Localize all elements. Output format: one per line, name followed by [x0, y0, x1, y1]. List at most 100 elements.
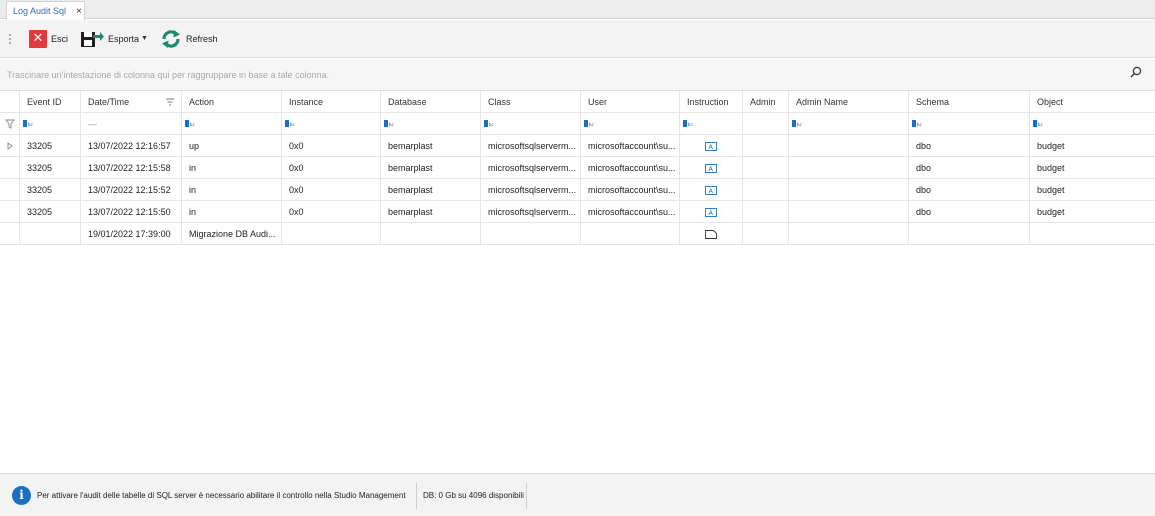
cell-user[interactable]: microsoftaccount\su... — [581, 201, 680, 223]
cell-class[interactable] — [481, 223, 581, 245]
filter-database[interactable]: bc — [381, 113, 481, 135]
filter-datetime[interactable]: — — [81, 113, 182, 135]
filter-instance[interactable]: bc — [282, 113, 381, 135]
cell-instruction[interactable]: A — [680, 157, 743, 179]
cell-schema[interactable]: dbo — [909, 157, 1030, 179]
cell-user[interactable]: microsoftaccount\su... — [581, 179, 680, 201]
filter-instruction[interactable]: bc — [680, 113, 743, 135]
cell-action[interactable]: in — [182, 157, 282, 179]
row-indicator[interactable] — [0, 157, 20, 179]
cell-instance[interactable] — [282, 223, 381, 245]
cell-admin-name[interactable] — [789, 201, 909, 223]
cell-action[interactable]: Migrazione DB Audi... — [182, 223, 282, 245]
cell-instruction[interactable]: A — [680, 179, 743, 201]
cell-instruction[interactable] — [680, 223, 743, 245]
cell-admin[interactable] — [743, 223, 789, 245]
filter-object[interactable]: bc — [1030, 113, 1155, 135]
cell-class[interactable]: microsoftsqlserverm... — [481, 157, 581, 179]
cell-instruction[interactable]: A — [680, 135, 743, 157]
filter-class[interactable]: bc — [481, 113, 581, 135]
table-row[interactable]: 33205 13/07/2022 12:16:57 up 0x0 bemarplast m… — [0, 135, 1155, 157]
memo-text-icon[interactable]: A — [705, 186, 717, 195]
memo-text-icon[interactable]: A — [705, 164, 717, 173]
cell-admin-name[interactable] — [789, 135, 909, 157]
cell-object[interactable]: budget — [1030, 179, 1155, 201]
group-panel[interactable]: Trascinare un'intestazione di colonna qu… — [0, 59, 1155, 91]
memo-text-icon[interactable]: A — [705, 142, 717, 151]
cell-action[interactable]: up — [182, 135, 282, 157]
column-header-instruction[interactable]: Instruction — [680, 91, 743, 113]
cell-class[interactable]: microsoftsqlserverm... — [481, 201, 581, 223]
column-header-object[interactable]: Object — [1030, 91, 1155, 113]
cell-admin[interactable] — [743, 201, 789, 223]
table-row[interactable]: 33205 13/07/2022 12:15:52 in 0x0 bemarplast m… — [0, 179, 1155, 201]
cell-event-id[interactable] — [20, 223, 81, 245]
filter-schema[interactable]: bc — [909, 113, 1030, 135]
column-header-user[interactable]: User — [581, 91, 680, 113]
cell-admin-name[interactable] — [789, 157, 909, 179]
table-row[interactable]: 33205 13/07/2022 12:15:50 in 0x0 bemarplast m… — [0, 201, 1155, 223]
export-button[interactable]: Esporta ▼ — [80, 25, 148, 53]
column-header-datetime[interactable]: Date/Time — [81, 91, 182, 113]
cell-instance[interactable]: 0x0 — [282, 135, 381, 157]
cell-instance[interactable]: 0x0 — [282, 179, 381, 201]
tab-close-icon[interactable]: × — [76, 6, 82, 17]
sort-desc-icon[interactable] — [165, 91, 175, 113]
cell-event-id[interactable]: 33205 — [20, 157, 81, 179]
cell-user[interactable]: microsoftaccount\su... — [581, 157, 680, 179]
column-header-database[interactable]: Database — [381, 91, 481, 113]
cell-event-id[interactable]: 33205 — [20, 135, 81, 157]
row-indicator[interactable] — [0, 135, 20, 157]
cell-database[interactable]: bemarplast — [381, 179, 481, 201]
cell-datetime[interactable]: 19/01/2022 17:39:00 — [81, 223, 182, 245]
cell-schema[interactable] — [909, 223, 1030, 245]
row-indicator[interactable] — [0, 223, 20, 245]
cell-object[interactable]: budget — [1030, 135, 1155, 157]
row-indicator[interactable] — [0, 179, 20, 201]
filter-admin[interactable] — [743, 113, 789, 135]
cell-datetime[interactable]: 13/07/2022 12:15:52 — [81, 179, 182, 201]
column-header-instance[interactable]: Instance — [282, 91, 381, 113]
row-indicator[interactable] — [0, 201, 20, 223]
cell-datetime[interactable]: 13/07/2022 12:15:58 — [81, 157, 182, 179]
cell-user[interactable]: microsoftaccount\su... — [581, 135, 680, 157]
cell-user[interactable] — [581, 223, 680, 245]
cell-schema[interactable]: dbo — [909, 135, 1030, 157]
exit-button[interactable]: ✕ Esci — [29, 25, 68, 53]
cell-action[interactable]: in — [182, 201, 282, 223]
filter-admin-name[interactable]: bc — [789, 113, 909, 135]
filter-event-id[interactable]: bc — [20, 113, 81, 135]
cell-database[interactable]: bemarplast — [381, 135, 481, 157]
cell-object[interactable] — [1030, 223, 1155, 245]
column-header-schema[interactable]: Schema — [909, 91, 1030, 113]
cell-event-id[interactable]: 33205 — [20, 179, 81, 201]
toolbar-grip-icon[interactable] — [9, 33, 15, 44]
cell-database[interactable]: bemarplast — [381, 157, 481, 179]
filter-user[interactable]: bc — [581, 113, 680, 135]
memo-empty-icon[interactable] — [705, 230, 717, 240]
column-header-action[interactable]: Action — [182, 91, 282, 113]
cell-event-id[interactable]: 33205 — [20, 201, 81, 223]
cell-action[interactable]: in — [182, 179, 282, 201]
cell-admin[interactable] — [743, 135, 789, 157]
column-header-class[interactable]: Class — [481, 91, 581, 113]
filter-action[interactable]: bc — [182, 113, 282, 135]
column-header-admin[interactable]: Admin — [743, 91, 789, 113]
cell-schema[interactable]: dbo — [909, 179, 1030, 201]
cell-object[interactable]: budget — [1030, 157, 1155, 179]
filter-icon[interactable] — [5, 113, 15, 135]
cell-schema[interactable]: dbo — [909, 201, 1030, 223]
table-row[interactable]: 33205 13/07/2022 12:15:58 in 0x0 bemarplast m… — [0, 157, 1155, 179]
column-header-admin-name[interactable]: Admin Name — [789, 91, 909, 113]
cell-admin[interactable] — [743, 157, 789, 179]
cell-instruction[interactable]: A — [680, 201, 743, 223]
cell-database[interactable]: bemarplast — [381, 201, 481, 223]
cell-class[interactable]: microsoftsqlserverm... — [481, 135, 581, 157]
cell-datetime[interactable]: 13/07/2022 12:15:50 — [81, 201, 182, 223]
column-header-event-id[interactable]: Event ID — [20, 91, 81, 113]
cell-class[interactable]: microsoftsqlserverm... — [481, 179, 581, 201]
cell-admin[interactable] — [743, 179, 789, 201]
cell-admin-name[interactable] — [789, 223, 909, 245]
table-row[interactable]: 19/01/2022 17:39:00 Migrazione DB Audi... — [0, 223, 1155, 245]
cell-instance[interactable]: 0x0 — [282, 201, 381, 223]
